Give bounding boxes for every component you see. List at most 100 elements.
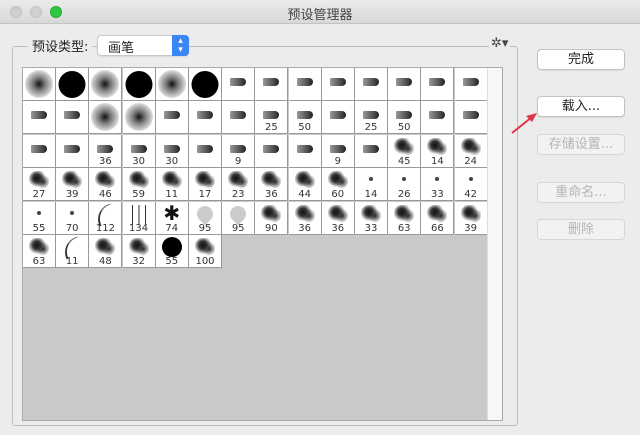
brush-preset-item[interactable]: 26 (388, 168, 422, 202)
brush-preset-item[interactable]: 112 (89, 201, 123, 235)
brush-preset-item[interactable]: 30 (122, 134, 156, 168)
brush-size-label: 55 (165, 256, 179, 267)
brush-preset-item[interactable] (222, 101, 256, 135)
brush-preset-item[interactable] (155, 101, 189, 135)
brush-size-label: 44 (298, 189, 311, 201)
brush-preset-item[interactable]: 55 (155, 235, 189, 268)
brush-tip-icon (64, 111, 81, 120)
brush-preset-item[interactable] (355, 68, 388, 101)
brush-preset-item[interactable]: 27 (23, 168, 56, 202)
load-button[interactable]: 载入... (537, 96, 625, 117)
brush-preset-item[interactable]: 46 (89, 168, 123, 202)
brush-preset-item[interactable] (122, 68, 156, 101)
brush-preset-item[interactable]: 30 (155, 134, 189, 168)
brush-splat-icon (294, 171, 315, 190)
brush-preset-item[interactable]: 66 (421, 201, 455, 235)
brush-preset-item[interactable]: 45 (388, 134, 422, 168)
brush-preset-item[interactable]: 95 (222, 201, 256, 235)
brush-preset-item[interactable]: 36 (288, 201, 322, 235)
brush-preset-item[interactable]: 70 (56, 201, 90, 235)
brush-size-label: 9 (334, 155, 341, 167)
brush-preset-item[interactable] (454, 68, 488, 101)
brush-preset-item[interactable]: 63 (388, 201, 422, 235)
brush-preset-item[interactable] (122, 101, 156, 135)
brush-preset-item[interactable] (189, 134, 222, 168)
brush-preset-item[interactable]: 14 (355, 168, 388, 202)
brush-preset-item[interactable] (454, 101, 488, 135)
brush-preset-item[interactable]: 134 (122, 201, 156, 235)
brush-preset-item[interactable]: 25 (255, 101, 289, 135)
brush-dot-icon (37, 210, 41, 215)
brush-preset-item[interactable]: 23 (222, 168, 256, 202)
brush-preset-item[interactable]: 60 (321, 168, 355, 202)
brush-preset-item[interactable]: 11 (56, 235, 90, 268)
brush-preset-item[interactable] (255, 134, 289, 168)
done-button[interactable]: 完成 (537, 49, 625, 70)
brush-preset-item[interactable]: 39 (56, 168, 90, 202)
brush-preset-item[interactable] (255, 68, 289, 101)
rename-button[interactable]: 重命名... (537, 182, 625, 203)
brush-preset-item[interactable] (288, 68, 322, 101)
brush-preset-item[interactable] (189, 101, 222, 135)
brush-preset-item[interactable] (388, 68, 422, 101)
brush-size-label: 66 (431, 222, 444, 234)
annotation-arrow-icon (511, 113, 537, 134)
brush-preset-item[interactable]: 36 (89, 134, 123, 168)
brush-tip-icon (230, 144, 247, 153)
brush-size-label: 42 (464, 189, 477, 201)
brush-preset-item[interactable]: 90 (255, 201, 289, 235)
brush-preset-item[interactable] (321, 101, 355, 135)
brush-tip-icon (263, 111, 280, 120)
brush-preset-item[interactable] (155, 68, 189, 101)
brush-preset-item[interactable]: 36 (321, 201, 355, 235)
brush-preset-item[interactable] (321, 68, 355, 101)
brush-soft-icon (157, 70, 186, 98)
delete-button[interactable]: 删除 (537, 219, 625, 240)
brush-preset-item[interactable]: 50 (388, 101, 422, 135)
preset-type-select[interactable]: 画笔 ▴ ▾ (97, 35, 189, 56)
brush-preset-item[interactable]: 39 (454, 201, 488, 235)
brush-preset-item[interactable]: 63 (23, 235, 56, 268)
brush-hard-small-icon (161, 237, 182, 257)
brush-preset-item[interactable]: 11 (155, 168, 189, 202)
brush-preset-item[interactable] (56, 101, 90, 135)
brush-preset-item[interactable]: 44 (288, 168, 322, 202)
brush-preset-item[interactable] (288, 134, 322, 168)
brush-preset-item[interactable]: 36 (255, 168, 289, 202)
brush-preset-item[interactable]: 50 (288, 101, 322, 135)
brush-preset-item[interactable] (23, 134, 56, 168)
brush-preset-item[interactable] (355, 134, 388, 168)
brush-preset-item[interactable]: 48 (89, 235, 123, 268)
brush-splat-icon (195, 171, 215, 190)
gear-menu-icon[interactable]: ✲▾ (489, 36, 511, 51)
brush-preset-item[interactable]: 17 (189, 168, 222, 202)
brush-preset-item[interactable]: 24 (454, 134, 488, 168)
save-set-button[interactable]: 存储设置... (537, 134, 625, 155)
brush-preset-item[interactable]: 100 (189, 235, 222, 268)
brush-preset-item[interactable] (56, 68, 90, 101)
brush-preset-item[interactable]: 14 (421, 134, 455, 168)
brush-preset-item[interactable] (89, 101, 123, 135)
scrollbar[interactable] (487, 68, 502, 420)
brush-preset-list[interactable]: 25 50 25 50 36 30 30 9 9 45 14 24 27 39 46 59 11 17 23 36 44… (22, 67, 503, 421)
brush-preset-item[interactable] (56, 134, 90, 168)
brush-preset-item[interactable] (23, 68, 56, 101)
brush-preset-item[interactable] (421, 68, 455, 101)
brush-preset-item[interactable]: 95 (189, 201, 222, 235)
brush-preset-item[interactable] (23, 101, 56, 135)
brush-preset-item[interactable]: 32 (122, 235, 156, 268)
brush-preset-item[interactable] (421, 101, 455, 135)
brush-preset-item[interactable]: 25 (355, 101, 388, 135)
brush-preset-item[interactable]: 9 (321, 134, 355, 168)
brush-preset-item[interactable]: 55 (23, 201, 56, 235)
brush-preset-item[interactable]: 59 (122, 168, 156, 202)
brush-preset-item[interactable]: 33 (421, 168, 455, 202)
brush-preset-item[interactable]: 33 (355, 201, 388, 235)
brush-preset-item[interactable] (189, 68, 222, 101)
brush-preset-item[interactable] (222, 68, 256, 101)
brush-dot-icon (468, 177, 473, 182)
brush-preset-item[interactable]: 9 (222, 134, 256, 168)
brush-preset-item[interactable]: 42 (454, 168, 488, 202)
brush-preset-item[interactable]: ✱ 74 (155, 201, 189, 235)
brush-preset-item[interactable] (89, 68, 123, 101)
